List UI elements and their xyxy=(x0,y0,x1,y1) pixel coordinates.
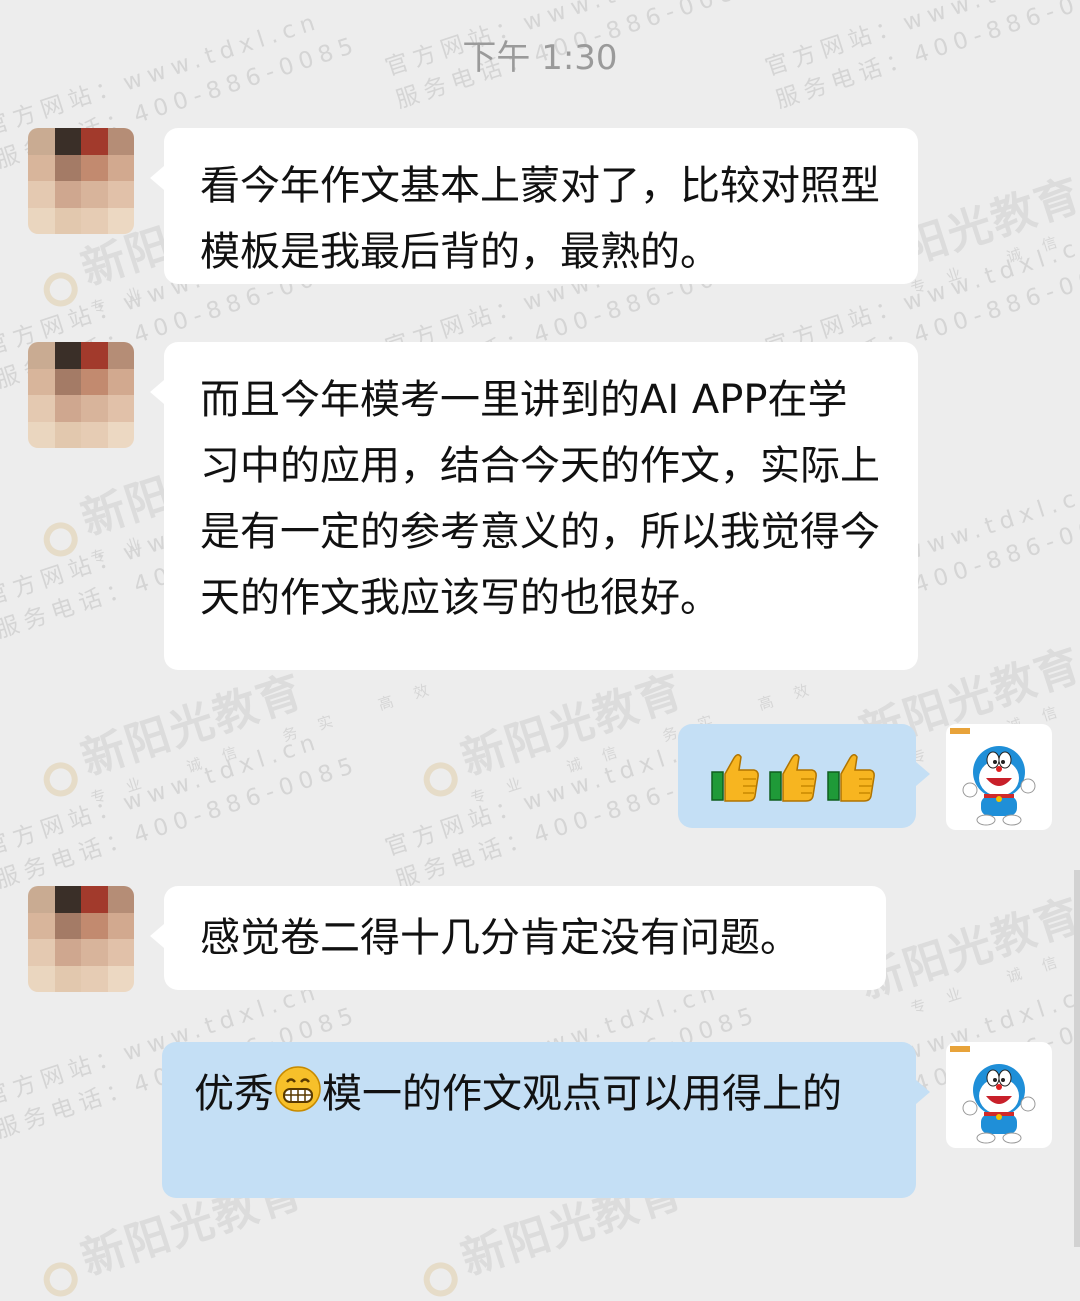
scrollbar[interactable] xyxy=(1074,870,1080,1247)
user-avatar[interactable] xyxy=(946,1042,1052,1148)
contact-avatar[interactable] xyxy=(28,128,134,234)
message-text: 感觉卷二得十几分肯定没有问题。 xyxy=(200,915,800,961)
watermark: 官方网站：www.tdxl.cn服务电话：400-886-0085 xyxy=(0,728,363,894)
watermark-logo-icon xyxy=(39,1257,82,1301)
thumbs-up-icon xyxy=(769,754,817,802)
watermark-logo-icon xyxy=(39,757,82,801)
doraemon-avatar-icon xyxy=(950,1046,1036,1144)
contact-avatar[interactable] xyxy=(28,886,134,992)
incoming-message-bubble[interactable]: 而且今年模考一里讲到的AI APP在学习中的应用，结合今天的作文，实际上是有一定… xyxy=(150,342,918,670)
message-text: 看今年作文基本上蒙对了，比较对照型模板是我最后背的，最熟的。 xyxy=(200,163,880,275)
watermark-logo-icon xyxy=(39,267,82,311)
thumbs-up-icon xyxy=(827,754,875,802)
user-avatar[interactable] xyxy=(946,724,1052,830)
grinning-face-icon xyxy=(275,1066,321,1112)
message-text: 而且今年模考一里讲到的AI APP在学习中的应用，结合今天的作文，实际上是有一定… xyxy=(200,377,880,621)
incoming-message-bubble[interactable]: 看今年作文基本上蒙对了，比较对照型模板是我最后背的，最熟的。 xyxy=(150,128,918,284)
watermark-logo-icon xyxy=(419,1257,462,1301)
outgoing-message-bubble[interactable]: 优秀 模一的作文观点可以用得上的 xyxy=(162,1042,930,1198)
incoming-message-bubble[interactable]: 感觉卷二得十几分肯定没有问题。 xyxy=(150,886,886,990)
doraemon-avatar-icon xyxy=(950,728,1036,826)
watermark-logo-icon xyxy=(419,757,462,801)
watermark-logo-icon xyxy=(39,517,82,561)
thumbs-up-icon xyxy=(711,754,759,802)
message-text: 模一的作文观点可以用得上的 xyxy=(322,1071,842,1117)
contact-avatar[interactable] xyxy=(28,342,134,448)
message-timestamp: 下午 1:30 xyxy=(462,38,618,78)
message-text: 优秀 xyxy=(194,1071,274,1117)
outgoing-message-bubble[interactable] xyxy=(678,724,930,828)
